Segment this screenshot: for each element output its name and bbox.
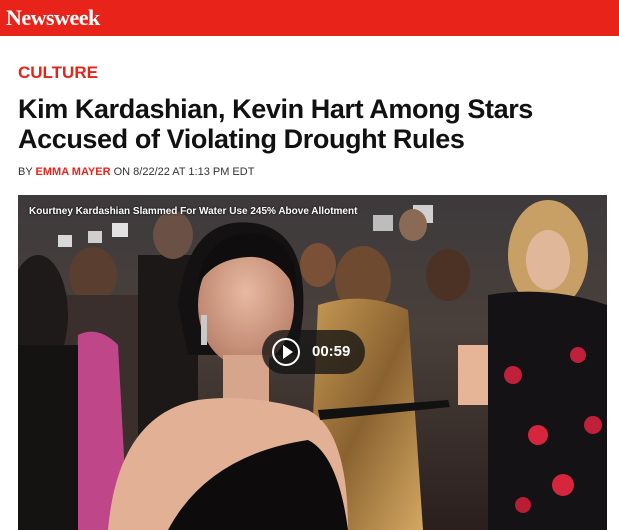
play-icon <box>272 338 300 366</box>
publish-date: 8/22/22 AT 1:13 PM EDT <box>133 166 255 178</box>
byline-prefix: BY <box>18 166 33 178</box>
video-duration: 00:59 <box>312 343 351 360</box>
section-label[interactable]: CULTURE <box>18 63 98 83</box>
video-player[interactable]: Kourtney Kardashian Slammed For Water Us… <box>18 195 607 530</box>
byline: BY EMMA MAYER ON 8/22/22 AT 1:13 PM EDT <box>18 166 254 178</box>
author-link[interactable]: EMMA MAYER <box>36 166 111 178</box>
play-button[interactable]: 00:59 <box>262 330 365 374</box>
date-prefix: ON <box>113 166 131 178</box>
article-headline: Kim Kardashian, Kevin Hart Among Stars A… <box>18 94 533 154</box>
newsweek-logo[interactable]: Newsweek <box>6 5 100 31</box>
top-bar: Newsweek <box>0 0 619 36</box>
video-title: Kourtney Kardashian Slammed For Water Us… <box>29 206 358 217</box>
